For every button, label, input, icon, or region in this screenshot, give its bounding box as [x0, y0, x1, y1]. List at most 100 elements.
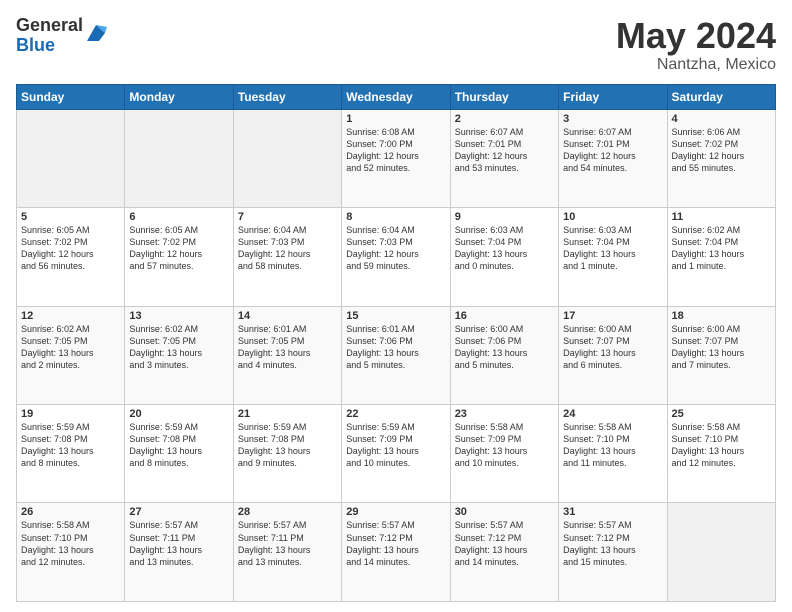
- table-row: 28Sunrise: 5:57 AM Sunset: 7:11 PM Dayli…: [233, 503, 341, 602]
- day-info: Sunrise: 5:57 AM Sunset: 7:12 PM Dayligh…: [455, 519, 554, 568]
- day-info: Sunrise: 6:01 AM Sunset: 7:05 PM Dayligh…: [238, 323, 337, 372]
- table-row: 17Sunrise: 6:00 AM Sunset: 7:07 PM Dayli…: [559, 306, 667, 404]
- logo-icon: [85, 23, 107, 45]
- day-info: Sunrise: 5:59 AM Sunset: 7:09 PM Dayligh…: [346, 421, 445, 470]
- col-sunday: Sunday: [17, 84, 125, 109]
- day-info: Sunrise: 6:05 AM Sunset: 7:02 PM Dayligh…: [129, 224, 228, 273]
- day-number: 22: [346, 408, 445, 420]
- day-number: 24: [563, 408, 662, 420]
- day-info: Sunrise: 5:58 AM Sunset: 7:09 PM Dayligh…: [455, 421, 554, 470]
- table-row: 8Sunrise: 6:04 AM Sunset: 7:03 PM Daylig…: [342, 208, 450, 306]
- day-info: Sunrise: 6:06 AM Sunset: 7:02 PM Dayligh…: [672, 126, 771, 175]
- day-number: 30: [455, 506, 554, 518]
- table-row: 9Sunrise: 6:03 AM Sunset: 7:04 PM Daylig…: [450, 208, 558, 306]
- day-info: Sunrise: 6:01 AM Sunset: 7:06 PM Dayligh…: [346, 323, 445, 372]
- day-info: Sunrise: 6:02 AM Sunset: 7:05 PM Dayligh…: [129, 323, 228, 372]
- table-row: 12Sunrise: 6:02 AM Sunset: 7:05 PM Dayli…: [17, 306, 125, 404]
- calendar-week-row: 19Sunrise: 5:59 AM Sunset: 7:08 PM Dayli…: [17, 405, 776, 503]
- calendar-header-row: Sunday Monday Tuesday Wednesday Thursday…: [17, 84, 776, 109]
- day-info: Sunrise: 6:00 AM Sunset: 7:06 PM Dayligh…: [455, 323, 554, 372]
- day-info: Sunrise: 6:00 AM Sunset: 7:07 PM Dayligh…: [563, 323, 662, 372]
- day-info: Sunrise: 6:07 AM Sunset: 7:01 PM Dayligh…: [455, 126, 554, 175]
- calendar-week-row: 12 Sunrise: 6:02 AM Sunset: 7:05 PM Dayli…: [17, 306, 776, 404]
- header: General Blue May 2024 Nantzha, Mexico: [16, 16, 776, 74]
- day-number: 20: [129, 408, 228, 420]
- table-row: 22Sunrise: 5:59 AM Sunset: 7:09 PM Dayli…: [342, 405, 450, 503]
- day-number: 25: [672, 408, 771, 420]
- day-number: 16: [455, 310, 554, 322]
- table-row: 31Sunrise: 5:57 AM Sunset: 7:12 PM Dayli…: [559, 503, 667, 602]
- day-info: Sunrise: 6:03 AM Sunset: 7:04 PM Dayligh…: [455, 224, 554, 273]
- table-row: 25Sunrise: 5:58 AM Sunset: 7:10 PM Dayli…: [667, 405, 775, 503]
- day-info: Sunrise: 5:59 AM Sunset: 7:08 PM Dayligh…: [21, 421, 120, 470]
- table-row: 4Sunrise: 6:06 AM Sunset: 7:02 PM Daylig…: [667, 109, 775, 207]
- day-info: Sunrise: 5:58 AM Sunset: 7:10 PM Dayligh…: [563, 421, 662, 470]
- table-row: 2Sunrise: 6:07 AM Sunset: 7:01 PM Daylig…: [450, 109, 558, 207]
- day-number: 6: [129, 211, 228, 223]
- day-info: Sunrise: 6:00 AM Sunset: 7:07 PM Dayligh…: [672, 323, 771, 372]
- table-row: 18Sunrise: 6:00 AM Sunset: 7:07 PM Dayli…: [667, 306, 775, 404]
- table-row: 19Sunrise: 5:59 AM Sunset: 7:08 PM Dayli…: [17, 405, 125, 503]
- day-number: 23: [455, 408, 554, 420]
- table-row: 30Sunrise: 5:57 AM Sunset: 7:12 PM Dayli…: [450, 503, 558, 602]
- day-number: 11: [672, 211, 771, 223]
- col-friday: Friday: [559, 84, 667, 109]
- table-row: 20Sunrise: 5:59 AM Sunset: 7:08 PM Dayli…: [125, 405, 233, 503]
- day-info: Sunrise: 6:07 AM Sunset: 7:01 PM Dayligh…: [563, 126, 662, 175]
- table-row: 26Sunrise: 5:58 AM Sunset: 7:10 PM Dayli…: [17, 503, 125, 602]
- col-wednesday: Wednesday: [342, 84, 450, 109]
- day-info: Sunrise: 5:58 AM Sunset: 7:10 PM Dayligh…: [672, 421, 771, 470]
- day-info: Sunrise: 5:57 AM Sunset: 7:11 PM Dayligh…: [238, 519, 337, 568]
- day-number: 9: [455, 211, 554, 223]
- table-row: [233, 109, 341, 207]
- day-info: Sunrise: 5:59 AM Sunset: 7:08 PM Dayligh…: [129, 421, 228, 470]
- day-number: 21: [238, 408, 337, 420]
- day-number: 1: [346, 113, 445, 125]
- table-row: [667, 503, 775, 602]
- page: General Blue May 2024 Nantzha, Mexico Su…: [0, 0, 792, 612]
- day-info: Sunrise: 5:58 AM Sunset: 7:10 PM Dayligh…: [21, 519, 120, 568]
- day-number: 12: [21, 310, 120, 322]
- logo-general: General: [16, 16, 83, 36]
- day-number: 4: [672, 113, 771, 125]
- day-info: Sunrise: 5:59 AM Sunset: 7:08 PM Dayligh…: [238, 421, 337, 470]
- day-number: 3: [563, 113, 662, 125]
- day-number: 18: [672, 310, 771, 322]
- table-row: 29Sunrise: 5:57 AM Sunset: 7:12 PM Dayli…: [342, 503, 450, 602]
- day-number: 15: [346, 310, 445, 322]
- table-row: 11Sunrise: 6:02 AM Sunset: 7:04 PM Dayli…: [667, 208, 775, 306]
- table-row: 6Sunrise: 6:05 AM Sunset: 7:02 PM Daylig…: [125, 208, 233, 306]
- day-number: 10: [563, 211, 662, 223]
- table-row: 13Sunrise: 6:02 AM Sunset: 7:05 PM Dayli…: [125, 306, 233, 404]
- table-row: 24Sunrise: 5:58 AM Sunset: 7:10 PM Dayli…: [559, 405, 667, 503]
- table-row: 15Sunrise: 6:01 AM Sunset: 7:06 PM Dayli…: [342, 306, 450, 404]
- logo-blue: Blue: [16, 36, 83, 56]
- table-row: 27Sunrise: 5:57 AM Sunset: 7:11 PM Dayli…: [125, 503, 233, 602]
- day-number: 5: [21, 211, 120, 223]
- day-info: Sunrise: 5:57 AM Sunset: 7:12 PM Dayligh…: [563, 519, 662, 568]
- col-thursday: Thursday: [450, 84, 558, 109]
- day-info: Sunrise: 6:04 AM Sunset: 7:03 PM Dayligh…: [346, 224, 445, 273]
- table-row: 21Sunrise: 5:59 AM Sunset: 7:08 PM Dayli…: [233, 405, 341, 503]
- table-row: [125, 109, 233, 207]
- day-info: Sunrise: 6:08 AM Sunset: 7:00 PM Dayligh…: [346, 126, 445, 175]
- table-row: 1Sunrise: 6:08 AM Sunset: 7:00 PM Daylig…: [342, 109, 450, 207]
- col-tuesday: Tuesday: [233, 84, 341, 109]
- day-info: Sunrise: 5:57 AM Sunset: 7:12 PM Dayligh…: [346, 519, 445, 568]
- table-row: 16Sunrise: 6:00 AM Sunset: 7:06 PM Dayli…: [450, 306, 558, 404]
- day-number: 14: [238, 310, 337, 322]
- table-row: [17, 109, 125, 207]
- month-title: May 2024: [616, 16, 776, 56]
- day-number: 7: [238, 211, 337, 223]
- table-row: 10Sunrise: 6:03 AM Sunset: 7:04 PM Dayli…: [559, 208, 667, 306]
- col-monday: Monday: [125, 84, 233, 109]
- day-number: 26: [21, 506, 120, 518]
- logo-text: General Blue: [16, 16, 83, 56]
- day-info: Sunrise: 6:04 AM Sunset: 7:03 PM Dayligh…: [238, 224, 337, 273]
- logo: General Blue: [16, 16, 107, 56]
- calendar-week-row: 26Sunrise: 5:58 AM Sunset: 7:10 PM Dayli…: [17, 503, 776, 602]
- calendar-table: Sunday Monday Tuesday Wednesday Thursday…: [16, 84, 776, 602]
- calendar-week-row: 5 Sunrise: 6:05 AM Sunset: 7:02 PM Daylig…: [17, 208, 776, 306]
- table-row: 7Sunrise: 6:04 AM Sunset: 7:03 PM Daylig…: [233, 208, 341, 306]
- day-number: 28: [238, 506, 337, 518]
